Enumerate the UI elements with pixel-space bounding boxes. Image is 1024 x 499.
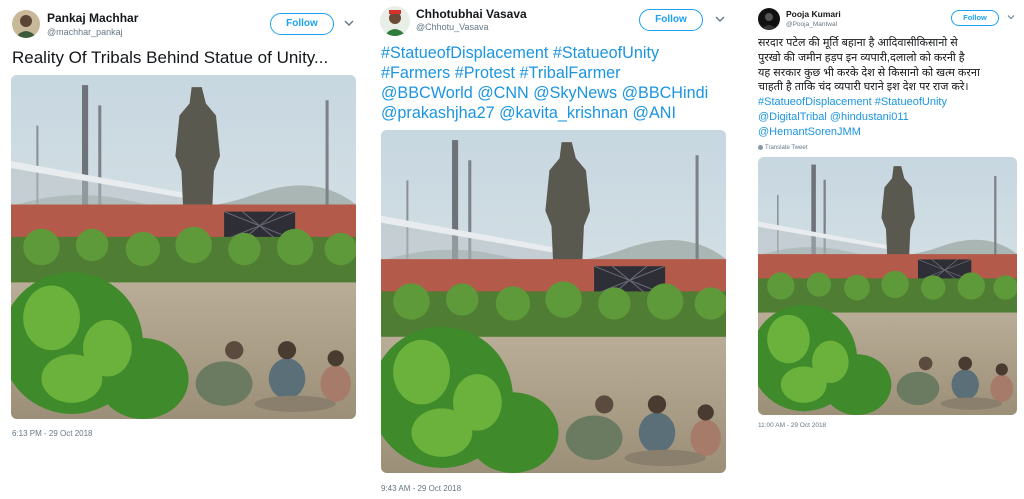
user-handle[interactable]: @Pooja_Mantwal bbox=[786, 21, 837, 28]
tweet-photo[interactable] bbox=[11, 75, 356, 419]
tweet-photo[interactable] bbox=[381, 130, 726, 473]
user-avatar-icon bbox=[758, 8, 780, 30]
timestamp[interactable]: 6:13 PM - 29 Oct 2018 bbox=[12, 429, 93, 438]
user-avatar-icon bbox=[12, 10, 40, 38]
chevron-down-icon[interactable] bbox=[344, 19, 354, 27]
tweet-text: Reality Of Tribals Behind Statue of Unit… bbox=[12, 48, 329, 67]
avatar[interactable] bbox=[758, 8, 780, 30]
user-handle[interactable]: @Chhotu_Vasava bbox=[416, 22, 489, 32]
translate-tweet-link[interactable]: Translate Tweet bbox=[758, 145, 807, 151]
tweet-text-line: चाहती है ताकि चंद व्यपारी घराने इश देश प… bbox=[758, 81, 969, 94]
hashtag-line[interactable]: #StatueofDisplacement #StatueofUnity bbox=[758, 95, 1022, 110]
hashtag-line[interactable]: #StatueofDisplacement #StatueofUnity bbox=[381, 43, 736, 63]
mention-line[interactable]: @HemantSorenJMM bbox=[758, 125, 1022, 140]
tweet-card-3: Pooja Kumari @Pooja_Mantwal Follow सरदार… bbox=[748, 0, 1024, 499]
user-handle[interactable]: @machhar_pankaj bbox=[47, 27, 123, 37]
statue-photo-image bbox=[11, 75, 356, 419]
hashtag-line[interactable]: #Farmers #Protest #TribalFarmer bbox=[381, 63, 736, 83]
tweet-text-line: यह सरकार कुछ भी करके देश से किसानो को खत… bbox=[758, 66, 980, 79]
mention-line[interactable]: @DigitalTribal @hindustani011 bbox=[758, 110, 1022, 125]
chevron-down-icon[interactable] bbox=[715, 15, 725, 23]
timestamp[interactable]: 11:00 AM - 29 Oct 2018 bbox=[758, 422, 826, 429]
follow-button[interactable]: Follow bbox=[951, 10, 999, 26]
display-name[interactable]: Pankaj Machhar bbox=[47, 11, 138, 25]
avatar[interactable] bbox=[380, 6, 410, 36]
mention-line[interactable]: @BBCWorld @CNN @SkyNews @BBCHindi bbox=[381, 83, 736, 103]
timestamp[interactable]: 9:43 AM - 29 Oct 2018 bbox=[381, 484, 461, 493]
globe-icon bbox=[758, 145, 763, 150]
tweet-card-1: Pankaj Machhar @machhar_pankaj Follow Re… bbox=[0, 0, 366, 499]
tweet-photo[interactable] bbox=[758, 157, 1017, 415]
follow-button[interactable]: Follow bbox=[270, 13, 334, 35]
statue-photo-image bbox=[758, 157, 1017, 415]
statue-photo-image bbox=[381, 130, 726, 473]
avatar[interactable] bbox=[12, 10, 40, 38]
user-avatar-icon bbox=[380, 6, 410, 36]
mention-line[interactable]: @prakashjha27 @kavita_krishnan @ANI bbox=[381, 103, 736, 123]
tweet-text: #StatueofDisplacement #StatueofUnity #Fa… bbox=[381, 43, 736, 123]
display-name[interactable]: Pooja Kumari bbox=[786, 9, 841, 19]
follow-button[interactable]: Follow bbox=[639, 9, 703, 31]
tweet-card-2: Chhotubhai Vasava @Chhotu_Vasava Follow … bbox=[370, 0, 738, 499]
translate-label: Translate Tweet bbox=[765, 145, 808, 152]
chevron-down-icon[interactable] bbox=[1007, 14, 1015, 20]
display-name[interactable]: Chhotubhai Vasava bbox=[416, 7, 527, 21]
tweet-text-line: सरदार पटेल की मूर्ति बहाना है आदिवासीकिस… bbox=[758, 37, 958, 49]
tweet-text-line: पुरखो की जमीन हड़प इन व्यपारी,दलालो को क… bbox=[758, 51, 965, 64]
tweet-text: सरदार पटेल की मूर्ति बहाना है आदिवासीकिस… bbox=[758, 36, 1022, 140]
